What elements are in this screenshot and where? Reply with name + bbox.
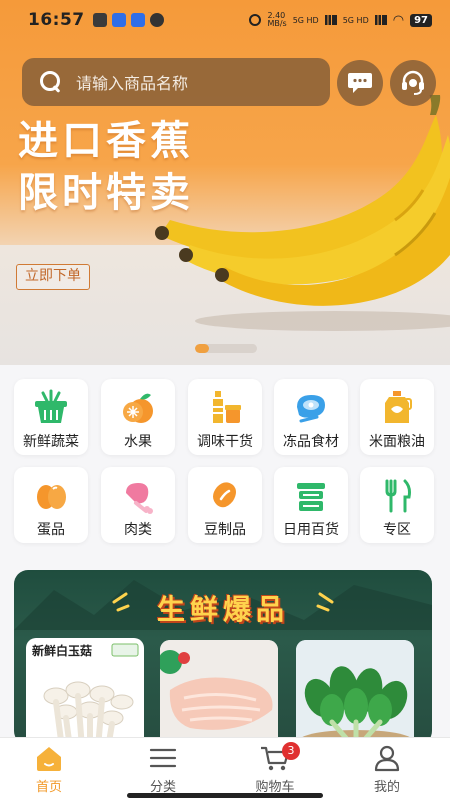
category-label: 米面粮油: [369, 434, 425, 450]
tab-cart[interactable]: 3 购物车: [240, 742, 310, 795]
category-special-zone[interactable]: 专区: [360, 467, 434, 543]
category-daily-goods[interactable]: 日用百货: [274, 467, 348, 543]
promo-section[interactable]: 生鲜爆品 新鲜白玉菇: [14, 570, 432, 745]
app-notification-icon: [130, 13, 145, 27]
drumstick-icon: [126, 483, 153, 514]
hero-banner[interactable]: 进口香蕉 限时特卖 立即下单: [0, 0, 450, 365]
home-indicator[interactable]: [127, 793, 323, 798]
product-card[interactable]: [160, 640, 278, 745]
status-bar: 16:57 2.40 MB/s 5G HD 5G HD ◠ 97: [0, 0, 450, 40]
user-icon: [374, 745, 400, 772]
tab-label: 我的: [373, 780, 400, 795]
app-notification-icon: [111, 13, 126, 27]
banner-headline: 进口香蕉 限时特卖: [18, 115, 194, 219]
category-label: 水果: [124, 434, 152, 450]
category-label: 冻品食材: [283, 434, 339, 450]
category-label: 调味干货: [197, 434, 253, 450]
carousel-dot-active: [195, 344, 209, 353]
tab-label: 首页: [35, 780, 62, 795]
home-icon: [37, 747, 61, 771]
search-icon: [40, 71, 62, 93]
battery-level: 97: [410, 13, 432, 27]
category-label: 专区: [383, 522, 411, 538]
bean-icon: [213, 482, 236, 508]
product-card[interactable]: 新鲜白玉菇: [26, 638, 144, 745]
cart-badge: 3: [282, 742, 300, 760]
category-fresh-vegetables[interactable]: 新鲜蔬菜: [14, 379, 88, 455]
category-soy-products[interactable]: 豆制品: [188, 467, 262, 543]
product-card[interactable]: [296, 640, 414, 745]
search-placeholder: 请输入商品名称: [76, 74, 189, 93]
headset-icon: [402, 70, 424, 95]
promo-title: 生鲜爆品: [156, 593, 289, 626]
chat-notification-icon: [149, 13, 164, 27]
carousel-indicator: [195, 344, 257, 353]
signal-icon: [324, 15, 337, 25]
egg-icon: [37, 485, 66, 509]
signal-label-1: 5G HD: [292, 15, 319, 25]
container-icon: [297, 483, 325, 511]
tab-home[interactable]: 首页: [14, 744, 84, 795]
headline-line-1: 进口香蕉: [18, 118, 194, 164]
meat-icon: [297, 395, 325, 423]
search-bar[interactable]: 请输入商品名称: [22, 58, 330, 106]
utensils-icon: [385, 479, 411, 513]
tab-category[interactable]: 分类: [128, 744, 198, 795]
category-label: 蛋品: [37, 522, 65, 538]
category-grid: 新鲜蔬菜 水果 调味干货 冻品食材 米面粮油 蛋品 肉类 豆制品 日用百货 专区: [0, 370, 450, 555]
orange-icon: [123, 393, 153, 423]
app-screen: 进口香蕉 限时特卖 立即下单 16:57 2.40 MB/s 5G HD 5G …: [0, 0, 450, 801]
signal-icon: [374, 15, 387, 25]
signal-label-2: 5G HD: [342, 15, 369, 25]
order-now-button[interactable]: 立即下单: [16, 264, 90, 290]
category-label: 新鲜蔬菜: [23, 434, 79, 450]
chat-bubble-icon: [348, 73, 372, 93]
message-button[interactable]: [337, 60, 383, 106]
category-label: 肉类: [124, 522, 152, 538]
category-seasonings[interactable]: 调味干货: [188, 379, 262, 455]
condiment-icon: [213, 391, 241, 423]
wifi-icon: ◠: [392, 12, 405, 28]
menu-icon: [149, 748, 177, 768]
customer-service-button[interactable]: [390, 60, 436, 106]
category-label: 日用百货: [283, 522, 339, 538]
mushroom-image: [43, 643, 139, 745]
category-fruit[interactable]: 水果: [101, 379, 175, 455]
status-time: 16:57: [28, 10, 85, 30]
network-unit: MB/s: [267, 19, 287, 28]
category-frozen-food[interactable]: 冻品食材: [274, 379, 348, 455]
headline-line-2: 限时特卖: [18, 170, 194, 216]
fish-fillet-image: [160, 640, 278, 745]
bottom-tab-bar: 首页 分类 3 购物车 我的: [0, 737, 450, 801]
category-meat[interactable]: 肉类: [101, 467, 175, 543]
alarm-icon: [249, 14, 262, 26]
oil-icon: [385, 391, 412, 423]
basket-icon: [35, 389, 67, 423]
tab-profile[interactable]: 我的: [352, 744, 422, 795]
category-label: 豆制品: [204, 522, 246, 538]
category-grain-oil[interactable]: 米面粮油: [360, 379, 434, 455]
category-eggs[interactable]: 蛋品: [14, 467, 88, 543]
app-notification-icon: [92, 13, 107, 27]
greens-image: [296, 640, 414, 745]
